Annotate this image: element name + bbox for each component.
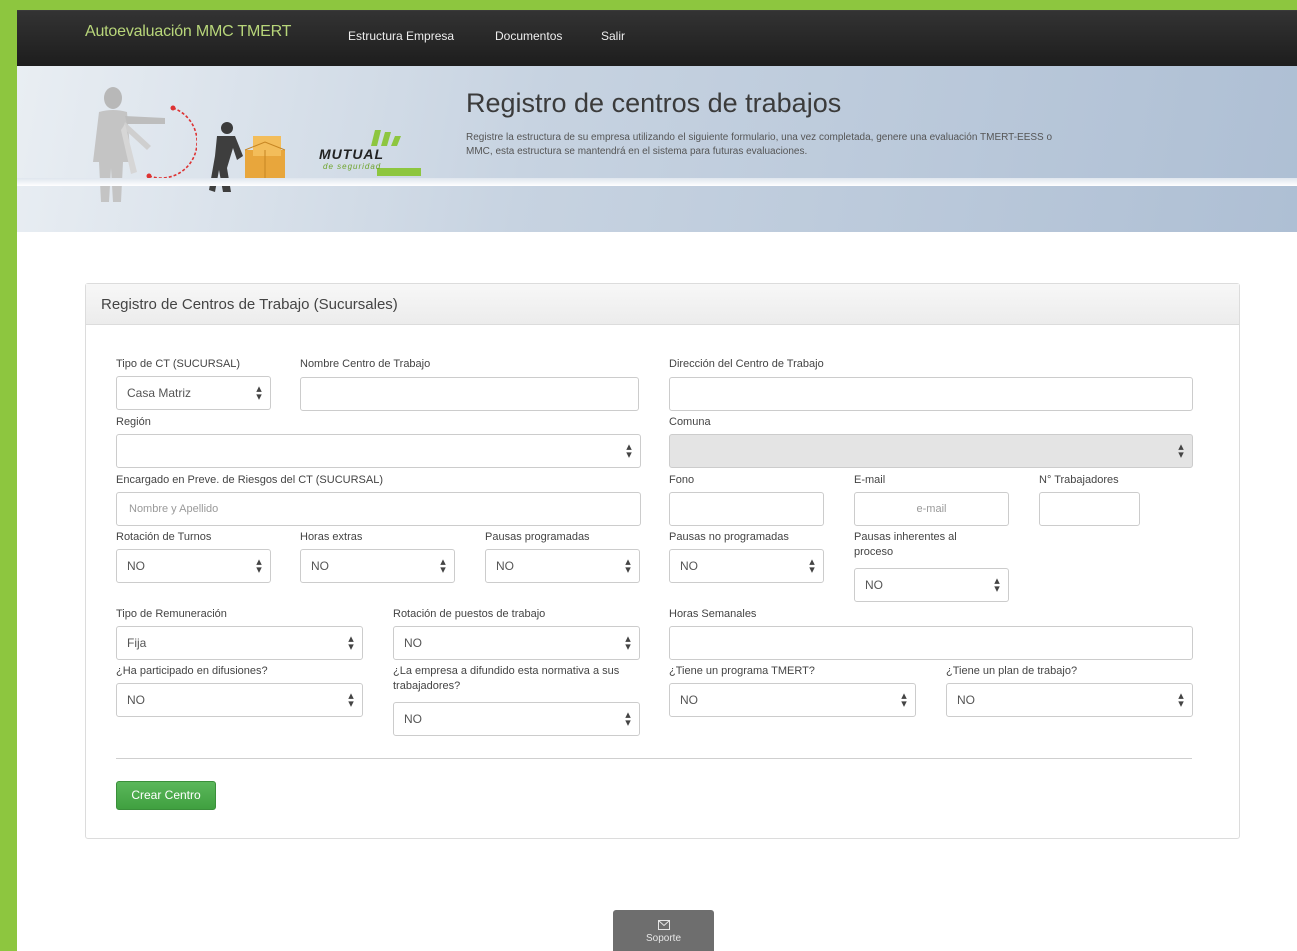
region-label: Región	[116, 416, 151, 428]
email-input[interactable]: e-mail	[854, 492, 1009, 526]
form-divider	[116, 758, 1192, 759]
top-navbar: Autoevaluación MMC TMERT Estructura Empr…	[17, 10, 1297, 66]
mutual-logo-text: MUTUAL	[319, 146, 385, 162]
select-caret-icon: ▴ ▾	[348, 633, 354, 653]
support-button[interactable]: Soporte	[613, 910, 714, 951]
form-panel: Registro de Centros de Trabajo (Sucursal…	[85, 283, 1240, 839]
select-caret-icon: ▴ ▾	[809, 556, 815, 576]
fono-input[interactable]	[669, 492, 824, 526]
page-description: Registre la estructura de su empresa uti…	[466, 132, 1053, 157]
rotacion-turnos-select[interactable]: NO ▴ ▾	[116, 549, 271, 583]
select-caret-icon: ▴ ▾	[625, 633, 631, 653]
nombre-ct-input[interactable]	[300, 377, 639, 411]
brand-link[interactable]: Autoevaluación MMC TMERT	[85, 23, 291, 41]
rotacion-turnos-value: NO	[127, 559, 145, 573]
comuna-label: Comuna	[669, 416, 711, 428]
select-caret-icon: ▴ ▾	[994, 575, 1000, 595]
mutual-logo-subtext: de seguridad	[323, 162, 382, 171]
encargado-placeholder: Nombre y Apellido	[129, 503, 219, 515]
normativa-label: ¿La empresa a difundido esta normativa a…	[393, 665, 620, 692]
rotacion-puestos-value: NO	[404, 636, 422, 650]
tipo-remuneracion-select[interactable]: Fija ▴ ▾	[116, 626, 363, 660]
programa-tmert-value: NO	[680, 693, 698, 707]
encargado-label: Encargado en Preve. de Riesgos del CT (S…	[116, 474, 383, 486]
horas-semanales-input[interactable]	[669, 626, 1193, 660]
select-caret-icon: ▴ ▾	[625, 709, 631, 729]
pausas-programadas-select[interactable]: NO ▴ ▾	[485, 549, 640, 583]
rotacion-turnos-label: Rotación de Turnos	[116, 531, 212, 543]
normativa-value: NO	[404, 712, 422, 726]
crear-centro-button[interactable]: Crear Centro	[116, 781, 216, 810]
rotacion-puestos-select[interactable]: NO ▴ ▾	[393, 626, 640, 660]
pausas-no-programadas-value: NO	[680, 559, 698, 573]
hero-fade	[17, 178, 1297, 186]
horas-extras-select[interactable]: NO ▴ ▾	[300, 549, 455, 583]
select-caret-icon: ▴ ▾	[440, 556, 446, 576]
plan-trabajo-label: ¿Tiene un plan de trabajo?	[946, 665, 1078, 677]
difusiones-label: ¿Ha participado en difusiones?	[116, 665, 268, 677]
pausas-programadas-label: Pausas programadas	[485, 531, 590, 543]
encargado-input[interactable]: Nombre y Apellido	[116, 492, 641, 526]
select-caret-icon: ▴ ▾	[256, 383, 262, 403]
plan-trabajo-select[interactable]: NO ▴ ▾	[946, 683, 1193, 717]
hero-banner: MUTUAL de seguridad Registro de centros …	[17, 66, 1297, 232]
page-title: Registro de centros de trabajos	[466, 88, 842, 118]
nombre-ct-label: Nombre Centro de Trabajo	[300, 358, 431, 370]
select-caret-icon: ▴ ▾	[626, 441, 632, 461]
email-placeholder: e-mail	[916, 503, 947, 515]
plan-trabajo-value: NO	[957, 693, 975, 707]
mutual-logo: MUTUAL de seguridad	[317, 126, 427, 182]
select-caret-icon: ▴ ▾	[1178, 441, 1184, 461]
select-caret-icon: ▴ ▾	[625, 556, 631, 576]
rotacion-puestos-label: Rotación de puestos de trabajo	[393, 608, 546, 620]
tipo-remuneracion-value: Fija	[127, 636, 147, 650]
app-frame: Autoevaluación MMC TMERT Estructura Empr…	[17, 10, 1297, 951]
horas-semanales-label: Horas Semanales	[669, 608, 757, 620]
n-trabajadores-input[interactable]	[1039, 492, 1140, 526]
pausas-inherentes-label: Pausas inherentes al proceso	[854, 531, 957, 558]
programa-tmert-label: ¿Tiene un programa TMERT?	[669, 665, 815, 677]
n-trabajadores-label: N° Trabajadores	[1039, 474, 1119, 486]
tipo-ct-label: Tipo de CT (SUCURSAL)	[116, 358, 241, 370]
direccion-ct-label: Dirección del Centro de Trabajo	[669, 358, 824, 370]
envelope-icon	[657, 920, 670, 930]
fono-label: Fono	[669, 474, 695, 486]
panel-title: Registro de Centros de Trabajo (Sucursal…	[101, 296, 398, 313]
tipo-ct-select[interactable]: Casa Matriz ▴ ▾	[116, 376, 271, 410]
horas-extras-value: NO	[311, 559, 329, 573]
programa-tmert-select[interactable]: NO ▴ ▾	[669, 683, 916, 717]
difusiones-select[interactable]: NO ▴ ▾	[116, 683, 363, 717]
posture-figure-icon	[93, 87, 197, 202]
select-caret-icon: ▴ ▾	[1178, 690, 1184, 710]
email-label: E-mail	[854, 474, 886, 486]
support-label: Soporte	[645, 933, 682, 944]
nav-documentos[interactable]: Documentos	[495, 29, 562, 43]
nav-salir[interactable]: Salir	[601, 29, 625, 43]
difusiones-value: NO	[127, 693, 145, 707]
tipo-remuneracion-label: Tipo de Remuneración	[116, 608, 227, 620]
direccion-ct-input[interactable]	[669, 377, 1193, 411]
region-select[interactable]: ▴ ▾	[116, 434, 641, 468]
pausas-inherentes-value: NO	[865, 578, 883, 592]
select-caret-icon: ▴ ▾	[256, 556, 262, 576]
select-caret-icon: ▴ ▾	[901, 690, 907, 710]
normativa-select[interactable]: NO ▴ ▾	[393, 702, 640, 736]
horas-extras-label: Horas extras	[300, 531, 363, 543]
nav-estructura-empresa[interactable]: Estructura Empresa	[348, 29, 454, 43]
comuna-select[interactable]: ▴ ▾	[669, 434, 1193, 468]
pausas-no-programadas-label: Pausas no programadas	[669, 531, 789, 543]
pausas-no-programadas-select[interactable]: NO ▴ ▾	[669, 549, 824, 583]
tipo-ct-value: Casa Matriz	[127, 386, 192, 400]
pausas-programadas-value: NO	[496, 559, 514, 573]
panel-header: Registro de Centros de Trabajo (Sucursal…	[86, 284, 1239, 325]
pausas-inherentes-select[interactable]: NO ▴ ▾	[854, 568, 1009, 602]
select-caret-icon: ▴ ▾	[348, 690, 354, 710]
